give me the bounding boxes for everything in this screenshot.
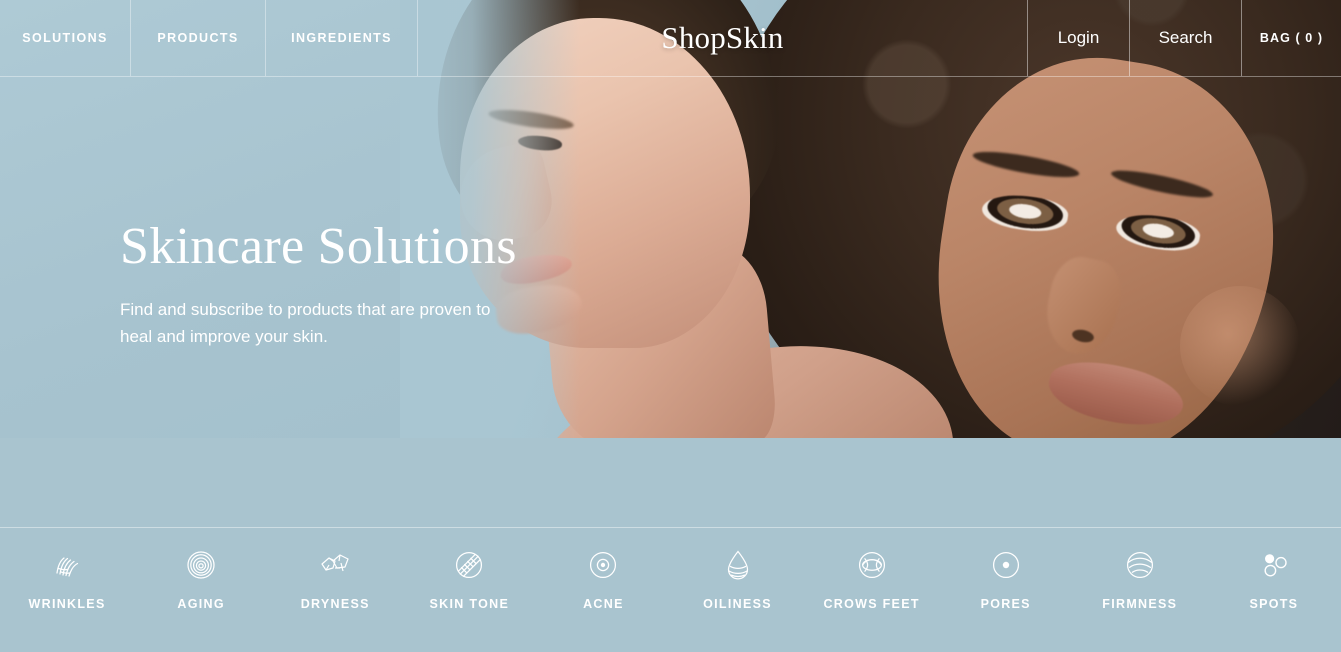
concern-spots-label: SPOTS bbox=[1249, 597, 1299, 611]
crows-feet-eye-icon bbox=[855, 548, 889, 582]
nav-search-label: Search bbox=[1158, 28, 1213, 47]
nav-solutions[interactable]: SOLUTIONS bbox=[0, 0, 131, 76]
wrinkles-icon bbox=[50, 548, 84, 582]
concern-crows-feet-label: CROWS FEET bbox=[823, 597, 920, 611]
concern-wrinkles-label: WRINKLES bbox=[28, 597, 106, 611]
concern-skin-tone-label: SKIN TONE bbox=[429, 597, 510, 611]
nav-search[interactable]: Search bbox=[1129, 0, 1241, 76]
concern-firmness-label: FIRMNESS bbox=[1102, 597, 1178, 611]
concern-crows-feet[interactable]: CROWS FEET bbox=[805, 540, 939, 611]
skin-tone-icon bbox=[452, 548, 486, 582]
firmness-icon bbox=[1123, 548, 1157, 582]
nav-login[interactable]: Login bbox=[1027, 0, 1129, 76]
logo-container: ShopSkin bbox=[418, 0, 1027, 76]
nav-ingredients-label: INGREDIENTS bbox=[291, 31, 392, 45]
spots-icon bbox=[1257, 548, 1291, 582]
nav-products[interactable]: PRODUCTS bbox=[131, 0, 266, 76]
concern-oiliness-label: OILINESS bbox=[703, 597, 772, 611]
band-divider bbox=[0, 527, 1341, 528]
concern-acne-label: ACNE bbox=[583, 597, 624, 611]
acne-icon bbox=[586, 548, 620, 582]
pores-icon bbox=[989, 548, 1023, 582]
nav-solutions-label: SOLUTIONS bbox=[22, 31, 108, 45]
concern-acne[interactable]: ACNE bbox=[536, 540, 670, 611]
concern-dryness-label: DRYNESS bbox=[300, 597, 370, 611]
page-root: SOLUTIONS PRODUCTS INGREDIENTS ShopSkin … bbox=[0, 0, 1341, 652]
concern-firmness[interactable]: FIRMNESS bbox=[1073, 540, 1207, 611]
concern-aging[interactable]: AGING bbox=[134, 540, 268, 611]
nav-bag[interactable]: BAG ( 0 ) bbox=[1241, 0, 1341, 76]
hero-title: Skincare Solutions bbox=[120, 218, 517, 275]
concern-oiliness[interactable]: OILINESS bbox=[670, 540, 804, 611]
concern-pores-label: PORES bbox=[980, 597, 1031, 611]
site-logo[interactable]: ShopSkin bbox=[661, 20, 783, 56]
concern-skin-tone[interactable]: SKIN TONE bbox=[402, 540, 536, 611]
hero-copy: Skincare Solutions Find and subscribe to… bbox=[120, 218, 520, 350]
oiliness-droplet-icon bbox=[721, 548, 755, 582]
hero-subtitle: Find and subscribe to products that are … bbox=[120, 300, 491, 346]
woman-cheek bbox=[1180, 286, 1300, 406]
concern-aging-label: AGING bbox=[177, 597, 225, 611]
primary-navigation: SOLUTIONS PRODUCTS INGREDIENTS bbox=[0, 0, 418, 76]
concern-spots[interactable]: SPOTS bbox=[1207, 540, 1341, 611]
utility-navigation: Login Search BAG ( 0 ) bbox=[1027, 0, 1341, 76]
nav-login-label: Login bbox=[1057, 28, 1100, 47]
concern-category-row: WRINKLES AGING DRYNESS SKIN TONE ACNE OI… bbox=[0, 540, 1341, 640]
nav-ingredients[interactable]: INGREDIENTS bbox=[266, 0, 418, 76]
site-header: SOLUTIONS PRODUCTS INGREDIENTS ShopSkin … bbox=[0, 0, 1341, 77]
nav-products-label: PRODUCTS bbox=[157, 31, 239, 45]
aging-rings-icon bbox=[184, 548, 218, 582]
nav-bag-label: BAG ( 0 ) bbox=[1259, 31, 1324, 45]
dryness-flakes-icon bbox=[318, 548, 352, 582]
concern-dryness[interactable]: DRYNESS bbox=[268, 540, 402, 611]
concern-wrinkles[interactable]: WRINKLES bbox=[0, 540, 134, 611]
concern-pores[interactable]: PORES bbox=[939, 540, 1073, 611]
